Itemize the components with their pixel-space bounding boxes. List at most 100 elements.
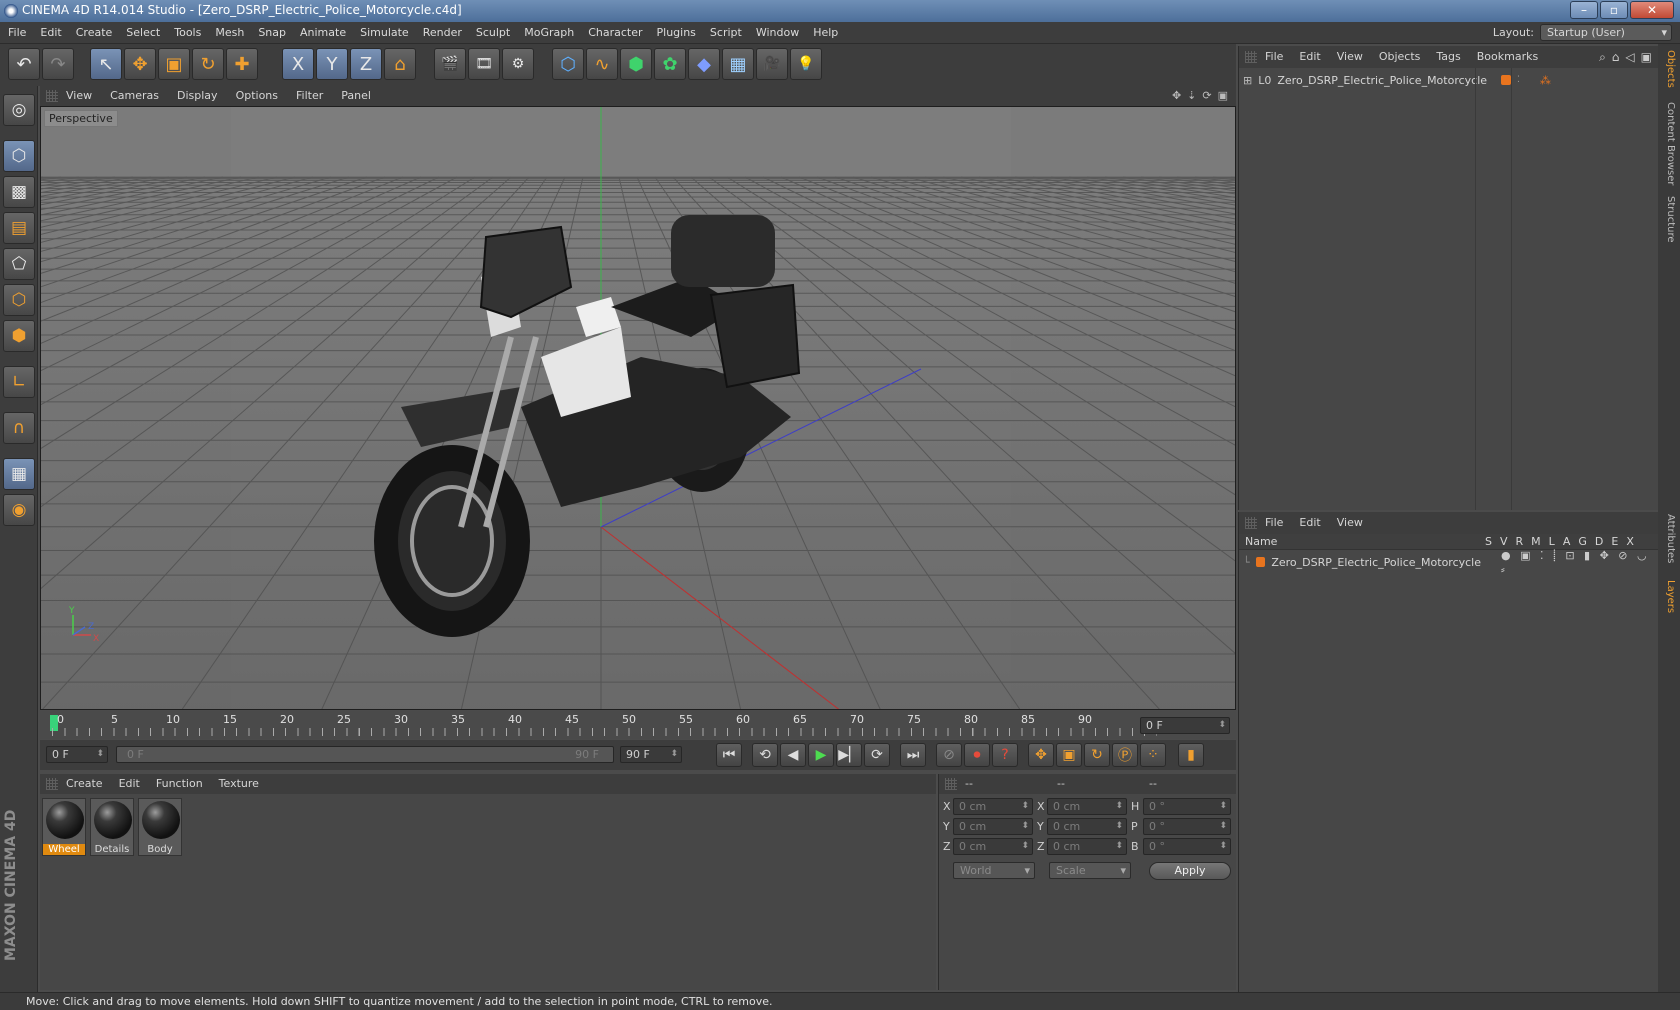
layers-menu-edit[interactable]: Edit (1299, 516, 1320, 529)
previous-frame-icon[interactable]: ◀ (780, 743, 806, 767)
expand-icon[interactable]: ⊞ (1243, 74, 1252, 87)
current-frame-field[interactable]: 0 F ⬍ (1140, 717, 1230, 734)
go-to-end-icon[interactable]: ⏭ (900, 743, 926, 767)
menu-tools[interactable]: Tools (174, 26, 201, 39)
rot-h-field[interactable]: 0 ° ⬍ (1143, 798, 1231, 815)
autokeying-icon[interactable]: ⏺ (964, 743, 990, 767)
material-menu-function[interactable]: Function (156, 777, 203, 790)
layer-flags-icons[interactable]: ● ▣ ⁚ ⸽ ⊡ ▮ ✥ ⊘ ◡ ⸗ (1501, 548, 1658, 576)
render-picture-viewer-icon[interactable]: 🎞 (468, 48, 500, 80)
menu-edit[interactable]: Edit (40, 26, 61, 39)
undo-icon[interactable]: ↶ (8, 48, 40, 80)
deformers-column-header[interactable]: D (1595, 535, 1603, 548)
material-menu-create[interactable]: Create (66, 777, 103, 790)
tab-layers[interactable]: Layers (1665, 580, 1676, 613)
menu-select[interactable]: Select (126, 26, 160, 39)
menu-help[interactable]: Help (813, 26, 838, 39)
objects-menu-tags[interactable]: Tags (1436, 50, 1460, 63)
xref-column-header[interactable]: X (1626, 535, 1634, 548)
light-icon[interactable]: 💡 (790, 48, 822, 80)
size-mode-dropdown[interactable]: Scale (1049, 862, 1131, 879)
objects-menu-edit[interactable]: Edit (1299, 50, 1320, 63)
tab-attributes[interactable]: Attributes (1665, 514, 1676, 563)
visibility-dots-icon[interactable]: ⁚ (1517, 75, 1520, 85)
mograph-cloner-icon[interactable]: ✿ (654, 48, 686, 80)
layer-color-icon[interactable] (1501, 75, 1512, 85)
tab-content-browser[interactable]: Content Browser (1665, 102, 1676, 185)
locked-column-header[interactable]: L (1549, 535, 1555, 548)
render-column-header[interactable]: R (1516, 535, 1524, 548)
menu-sculpt[interactable]: Sculpt (476, 26, 510, 39)
record-scale-icon[interactable]: ▣ (1056, 743, 1082, 767)
axis-mode-icon[interactable]: ∟ (3, 366, 35, 398)
tag-icon[interactable]: ⁂ (1540, 74, 1551, 87)
scale-icon[interactable]: ▣ (158, 48, 190, 80)
menu-render[interactable]: Render (423, 26, 462, 39)
render-view-icon[interactable]: 🎬 (434, 48, 466, 80)
go-to-start-icon[interactable]: ⏮ (716, 743, 742, 767)
menu-plugins[interactable]: Plugins (657, 26, 696, 39)
objects-menu-view[interactable]: View (1337, 50, 1363, 63)
panel-grip-icon[interactable] (46, 90, 58, 102)
material-swatch[interactable]: Body (138, 798, 182, 856)
material-swatch[interactable]: Details (90, 798, 134, 856)
spline-icon[interactable]: ∿ (586, 48, 618, 80)
object-row[interactable]: ⊞ L0 Zero_DSRP_Electric_Police_Motorcycl… (1243, 72, 1551, 88)
x-axis-icon[interactable]: X (282, 48, 314, 80)
generators-column-header[interactable]: G (1578, 535, 1587, 548)
size-y-field[interactable]: 0 cm ⬍ (1047, 818, 1127, 835)
material-swatch[interactable]: Wheel (42, 798, 86, 856)
redo-icon[interactable]: ↷ (42, 48, 74, 80)
perspective-viewport[interactable]: Y Z X Perspective (40, 106, 1236, 710)
maximize-button[interactable]: ▫ (1600, 1, 1628, 19)
size-z-field[interactable]: 0 cm ⬍ (1047, 838, 1127, 855)
previous-key-icon[interactable]: ⟲ (752, 743, 778, 767)
tab-structure[interactable]: Structure (1665, 196, 1676, 243)
viewport-menu-filter[interactable]: Filter (296, 89, 323, 102)
timeline-ruler[interactable]: 0 5 10 15 20 25 30 35 40 45 50 55 60 65 … (40, 711, 1236, 739)
menu-animate[interactable]: Animate (300, 26, 346, 39)
menu-simulate[interactable]: Simulate (360, 26, 409, 39)
make-editable-icon[interactable]: ◎ (3, 94, 35, 126)
menu-window[interactable]: Window (756, 26, 799, 39)
layer-row[interactable]: └ Zero_DSRP_Electric_Police_Motorcycle ●… (1243, 549, 1658, 576)
coordinate-system-icon[interactable]: ⌂ (384, 48, 416, 80)
deformer-icon[interactable]: ◆ (688, 48, 720, 80)
panel-grip-icon[interactable] (945, 778, 957, 790)
menu-mograph[interactable]: MoGraph (524, 26, 574, 39)
panel-grip-icon[interactable] (46, 778, 58, 790)
viewport-menu-cameras[interactable]: Cameras (110, 89, 159, 102)
layer-color-icon[interactable] (1255, 557, 1266, 567)
expressions-column-header[interactable]: E (1611, 535, 1618, 548)
camera-icon[interactable]: 🎥 (756, 48, 788, 80)
edges-mode-icon[interactable]: ⬡ (3, 284, 35, 316)
next-frame-icon[interactable]: ▶▏ (836, 743, 862, 767)
z-axis-icon[interactable]: Z (350, 48, 382, 80)
objects-menu-objects[interactable]: Objects (1379, 50, 1421, 63)
menu-snap[interactable]: Snap (258, 26, 286, 39)
record-position-icon[interactable]: ✥ (1028, 743, 1054, 767)
apply-button[interactable]: Apply (1149, 862, 1231, 880)
move-icon[interactable]: ✥ (124, 48, 156, 80)
rotate-icon[interactable]: ↻ (192, 48, 224, 80)
end-frame-field[interactable]: 90 F ⬍ (620, 746, 682, 763)
pos-x-field[interactable]: 0 cm ⬍ (953, 798, 1033, 815)
material-menu-texture[interactable]: Texture (219, 777, 259, 790)
layout-dropdown[interactable]: Startup (User) (1540, 24, 1672, 41)
hierarchy-up-icon[interactable]: ◁ (1625, 50, 1634, 65)
menu-mesh[interactable]: Mesh (215, 26, 244, 39)
viewport-menu-view[interactable]: View (66, 89, 92, 102)
panel-grip-icon[interactable] (1245, 51, 1257, 63)
viewport-zoom-icon[interactable]: ⇣ (1187, 89, 1196, 102)
live-selection-icon[interactable]: ↖ (90, 48, 122, 80)
menu-create[interactable]: Create (76, 26, 113, 39)
locked-workplane-icon[interactable]: ▦ (3, 458, 35, 490)
coordinate-space-dropdown[interactable]: World (953, 862, 1035, 879)
polygons-mode-icon[interactable]: ⬢ (3, 320, 35, 352)
menu-script[interactable]: Script (710, 26, 742, 39)
rot-b-field[interactable]: 0 ° ⬍ (1143, 838, 1231, 855)
material-menu-edit[interactable]: Edit (119, 777, 140, 790)
viewport-rotate-icon[interactable]: ⟳ (1202, 89, 1211, 102)
record-active-objects-icon[interactable]: ⊘ (936, 743, 962, 767)
workplane-icon[interactable]: ▤ (3, 212, 35, 244)
